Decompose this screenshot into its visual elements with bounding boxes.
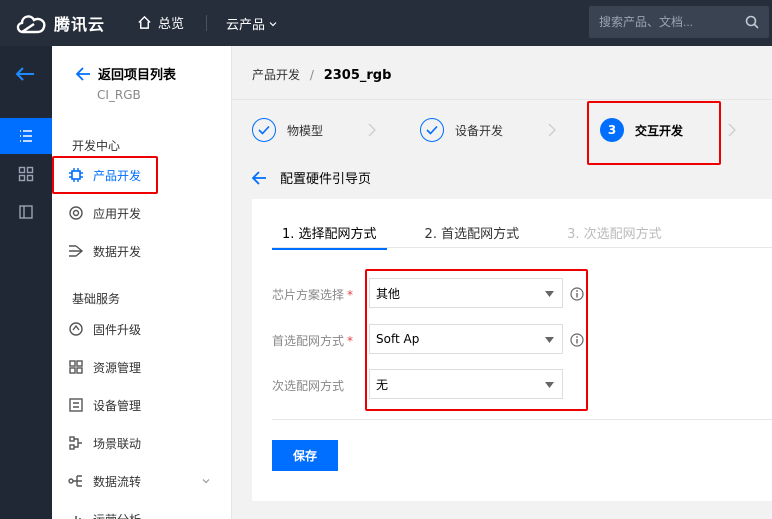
back-arrow-icon[interactable] — [252, 170, 267, 185]
upgrade-icon — [69, 322, 83, 336]
label-text: 芯片方案选择 — [272, 288, 345, 302]
back-label: 返回项目列表 — [98, 68, 177, 83]
sidebar-item-label: 数据流转 — [93, 474, 142, 489]
sidebar-item-label: 运营分析 — [93, 511, 141, 519]
highlight-box-form — [365, 269, 588, 411]
step-label: 设备开发 — [455, 123, 504, 138]
sidebar-item-label: 设备管理 — [93, 398, 142, 413]
breadcrumb-parent[interactable]: 产品开发 — [252, 68, 300, 82]
home-icon — [138, 15, 151, 29]
label-text: 次选配网方式 — [272, 379, 345, 393]
sidebar-item-scenes[interactable]: 场景联动 — [68, 431, 141, 455]
sidebar-item-label: 数据开发 — [93, 244, 142, 259]
tab-bar: 1. 选择配网方式 2. 首选配网方式 3. 次选配网方式 — [272, 223, 700, 250]
step-done-marker — [420, 118, 444, 142]
back-to-projects[interactable]: 返回项目列表 — [76, 64, 176, 83]
chip-field-label: 芯片方案选择 * — [272, 286, 353, 303]
highlight-box-step — [587, 101, 721, 165]
step-label: 物模型 — [287, 123, 324, 138]
analytics-icon — [75, 516, 81, 519]
page-header: 配置硬件引导页 — [252, 168, 371, 187]
breadcrumb: 产品开发 / 2305_rgb — [252, 66, 391, 83]
sidebar-item-devices[interactable]: 设备管理 — [68, 393, 141, 417]
sidebar-item-label: 固件升级 — [93, 322, 142, 337]
check-icon — [426, 125, 438, 135]
back-arrow-icon — [76, 66, 90, 81]
brand-logo[interactable]: 腾讯云 — [14, 11, 105, 35]
sidebar: 返回项目列表 CI_RGB 开发中心 产品开发 应用开发 数据开发 基础服务 固… — [52, 46, 232, 519]
home-link[interactable]: 总览 — [137, 13, 184, 32]
home-label: 总览 — [158, 17, 185, 32]
project-name: CI_RGB — [97, 88, 141, 102]
step-2[interactable]: 设备开发 — [420, 118, 503, 142]
header-divider — [206, 15, 207, 31]
form-divider — [272, 419, 772, 420]
device-list-icon — [69, 398, 83, 412]
tab-primary-method[interactable]: 2. 首选配网方式 — [415, 223, 530, 250]
chevron-down-icon — [269, 21, 277, 26]
search-box — [589, 6, 769, 38]
chevron-right-icon — [728, 123, 736, 137]
sidebar-item-analytics[interactable]: 运营分析 — [68, 507, 141, 519]
tab-divider — [272, 247, 772, 248]
products-label: 云产品 — [226, 18, 266, 33]
chevron-right-icon — [548, 123, 556, 137]
required-marker: * — [347, 288, 354, 302]
page-title: 配置硬件引导页 — [280, 172, 372, 187]
tab-secondary-method: 3. 次选配网方式 — [567, 227, 662, 242]
document-icon — [19, 205, 33, 219]
scene-link-icon — [69, 436, 82, 450]
primary-field-label: 首选配网方式 * — [272, 332, 353, 349]
chevron-down-icon — [202, 479, 210, 484]
highlight-box-product-dev — [52, 156, 158, 194]
sidebar-item-label: 应用开发 — [93, 206, 142, 221]
transfer-icon — [68, 475, 82, 487]
check-icon — [258, 125, 270, 135]
brand-name: 腾讯云 — [54, 15, 106, 34]
data-flow-icon — [69, 245, 84, 257]
back-arrow-icon[interactable] — [14, 66, 36, 82]
sidebar-item-app-dev[interactable]: 应用开发 — [68, 201, 141, 225]
label-text: 首选配网方式 — [272, 334, 345, 348]
sidebar-item-resources[interactable]: 资源管理 — [68, 355, 141, 379]
sidebar-item-label: 场景联动 — [93, 436, 142, 451]
breadcrumb-current: 2305_rgb — [323, 68, 392, 83]
products-menu[interactable]: 云产品 — [226, 14, 277, 33]
resource-icon — [69, 360, 83, 374]
rail-item-grid[interactable] — [0, 156, 52, 192]
rail-item-document[interactable] — [0, 194, 52, 230]
search-icon[interactable] — [745, 15, 759, 29]
rail-item-list[interactable] — [0, 118, 52, 154]
secondary-field-label: 次选配网方式 — [272, 377, 344, 394]
step-1[interactable]: 物模型 — [252, 118, 323, 142]
breadcrumb-separator: / — [309, 68, 314, 82]
chevron-right-icon — [368, 123, 376, 137]
cloud-logo-icon — [16, 15, 46, 34]
sidebar-item-data-transfer[interactable]: 数据流转 — [68, 469, 218, 493]
section-title-basic: 基础服务 — [72, 292, 121, 306]
search-input[interactable] — [589, 6, 739, 38]
required-marker: * — [347, 334, 354, 348]
step-done-marker — [252, 118, 276, 142]
tab-select-method[interactable]: 1. 选择配网方式 — [272, 223, 387, 250]
icon-rail — [0, 46, 52, 519]
grid-icon — [18, 166, 34, 182]
save-button[interactable]: 保存 — [272, 440, 338, 471]
settings-icon — [69, 206, 83, 220]
top-bar: 腾讯云 总览 云产品 — [0, 0, 772, 46]
sidebar-item-firmware[interactable]: 固件升级 — [68, 317, 141, 341]
sidebar-item-label: 资源管理 — [93, 360, 142, 375]
list-icon — [20, 130, 32, 142]
section-title-dev: 开发中心 — [72, 139, 121, 153]
sidebar-item-data-dev[interactable]: 数据开发 — [68, 239, 141, 263]
